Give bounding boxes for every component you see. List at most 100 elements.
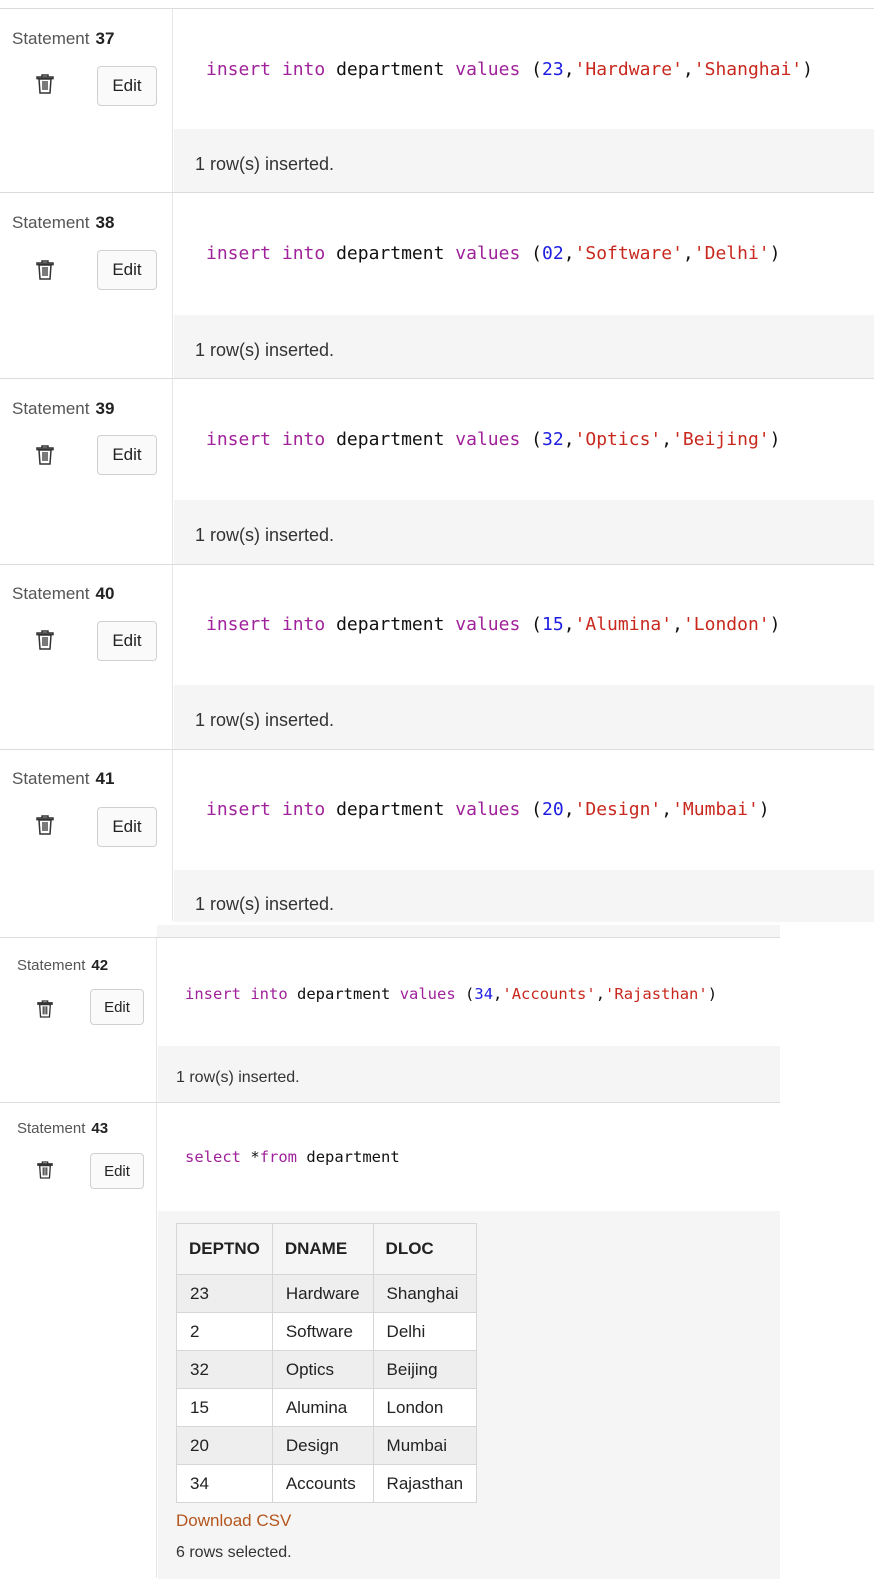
sql-statement[interactable]: insert into department values (34,'Accou… xyxy=(185,985,717,1003)
value-dloc: 'Shanghai' xyxy=(693,59,803,80)
result-table: DEPTNO DNAME DLOC 23 Hardware Shanghai 2… xyxy=(176,1223,478,1503)
sql-statement[interactable]: insert into department values (23,'Hardw… xyxy=(206,59,813,80)
result-message: 1 row(s) inserted. xyxy=(195,525,335,545)
statement-number: 42 xyxy=(91,957,109,974)
table-cell: Design xyxy=(271,1426,374,1465)
keyword-insert: insert xyxy=(206,799,272,820)
rows-selected-text: 6 rows selected. xyxy=(176,1544,292,1561)
result-panel: 1 row(s) inserted. xyxy=(174,870,874,922)
statement-number: 38 xyxy=(95,213,115,232)
value-deptno: 15 xyxy=(542,614,564,635)
statement-number: 37 xyxy=(95,29,115,48)
keyword-values: values xyxy=(455,243,521,264)
keyword-from: from xyxy=(259,1148,298,1166)
table-name: department xyxy=(306,1148,400,1166)
result-message: 1 row(s) inserted. xyxy=(195,894,335,914)
keyword-into: into xyxy=(281,59,326,80)
value-deptno: 02 xyxy=(542,243,564,264)
keyword-into: into xyxy=(250,985,288,1003)
table-cell: 20 xyxy=(176,1426,273,1465)
result-message: 1 row(s) inserted. xyxy=(176,1069,300,1086)
trash-icon[interactable] xyxy=(36,815,54,835)
trash-icon[interactable] xyxy=(36,630,54,650)
sql-statement[interactable]: insert into department values (32,'Optic… xyxy=(206,429,780,450)
trash-icon[interactable] xyxy=(37,1161,53,1179)
table-row: 34 Accounts Rajasthan xyxy=(176,1464,478,1503)
trash-icon[interactable] xyxy=(37,1000,53,1018)
trash-icon[interactable] xyxy=(36,260,54,280)
trash-icon[interactable] xyxy=(36,445,54,465)
statement-block: Statement 39 Edit insert into department … xyxy=(0,378,874,565)
table-cell: 2 xyxy=(176,1312,273,1351)
statement-label: Statement 43 xyxy=(17,1120,108,1137)
statement-label: Statement 41 xyxy=(12,769,114,789)
value-dloc: 'London' xyxy=(682,614,770,635)
table-cell: 32 xyxy=(176,1350,273,1389)
keyword-values: values xyxy=(455,799,521,820)
table-cell: Optics xyxy=(271,1350,374,1389)
keyword-insert: insert xyxy=(185,985,241,1003)
table-row: 15 Alumina London xyxy=(176,1388,478,1427)
sql-statement[interactable]: insert into department values (20,'Desig… xyxy=(206,799,770,820)
statement-block: Statement 43 Edit select *from department… xyxy=(0,1102,780,1579)
keyword-insert: insert xyxy=(206,429,272,450)
result-panel: 1 row(s) inserted. xyxy=(174,500,874,565)
value-dname: 'Hardware' xyxy=(574,59,683,80)
statement-block: Statement 38 Edit insert into department … xyxy=(0,192,874,379)
table-header-row: DEPTNO DNAME DLOC xyxy=(176,1223,478,1275)
statement-text: Statement xyxy=(17,1120,86,1137)
statement-text: Statement xyxy=(12,769,90,788)
statement-label: Statement 42 xyxy=(17,957,108,974)
result-panel: DEPTNO DNAME DLOC 23 Hardware Shanghai 2… xyxy=(158,1211,780,1579)
edit-button[interactable]: Edit xyxy=(90,989,144,1025)
statement-number: 39 xyxy=(95,399,115,418)
sql-statement[interactable]: insert into department values (15,'Alumi… xyxy=(206,614,780,635)
table-name: department xyxy=(336,429,445,450)
table-cell: 15 xyxy=(176,1388,273,1427)
edit-button[interactable]: Edit xyxy=(90,1153,144,1189)
table-name: department xyxy=(297,985,391,1003)
edit-button[interactable]: Edit xyxy=(97,66,157,106)
column-header: DLOC xyxy=(372,1223,478,1275)
value-dloc: 'Delhi' xyxy=(693,243,770,264)
statement-text: Statement xyxy=(17,957,86,974)
result-message: 1 row(s) inserted. xyxy=(195,154,335,174)
statement-block: Statement 40 Edit insert into department … xyxy=(0,564,874,750)
keyword-values: values xyxy=(455,429,521,450)
value-dname: 'Optics' xyxy=(574,429,662,450)
table-cell: Shanghai xyxy=(372,1274,478,1313)
keyword-insert: insert xyxy=(206,614,272,635)
table-name: department xyxy=(336,614,445,635)
value-dname: 'Accounts' xyxy=(502,985,596,1003)
edit-button[interactable]: Edit xyxy=(97,621,157,661)
statement-number: 43 xyxy=(91,1120,109,1137)
edit-button[interactable]: Edit xyxy=(97,435,157,475)
edit-button[interactable]: Edit xyxy=(97,250,157,290)
statement-block: Statement 37 Edit insert into department … xyxy=(0,8,874,193)
table-cell: Beijing xyxy=(372,1350,478,1389)
table-name: department xyxy=(336,59,445,80)
keyword-values: values xyxy=(455,59,521,80)
keyword-into: into xyxy=(281,799,326,820)
keyword-select: select xyxy=(185,1148,241,1166)
table-cell: Delhi xyxy=(372,1312,478,1351)
statement-block: Statement 42 Edit insert into department … xyxy=(0,937,780,1103)
value-deptno: 32 xyxy=(542,429,564,450)
sql-statement[interactable]: insert into department values (02,'Softw… xyxy=(206,243,780,264)
sql-statement[interactable]: select *from department xyxy=(185,1148,400,1166)
table-cell: 23 xyxy=(176,1274,273,1313)
table-name: department xyxy=(336,799,445,820)
value-deptno: 34 xyxy=(474,985,494,1003)
download-csv-link[interactable]: Download CSV xyxy=(176,1511,291,1531)
statement-text: Statement xyxy=(12,29,90,48)
keyword-into: into xyxy=(281,243,326,264)
statement-text: Statement xyxy=(12,399,90,418)
value-dloc: 'Mumbai' xyxy=(672,799,759,820)
statement-label: Statement 39 xyxy=(12,399,114,419)
column-header: DEPTNO xyxy=(176,1223,273,1275)
statement-text: Statement xyxy=(12,213,90,232)
keyword-values: values xyxy=(399,985,456,1003)
trash-icon[interactable] xyxy=(36,74,54,94)
edit-button[interactable]: Edit xyxy=(97,807,157,847)
table-cell: Hardware xyxy=(271,1274,374,1313)
